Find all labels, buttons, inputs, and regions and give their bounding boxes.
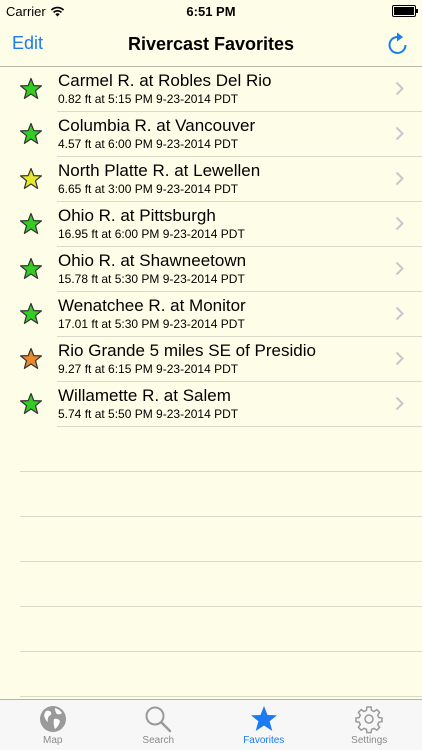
river-gauge-name: Willamette R. at Salem xyxy=(58,386,231,405)
chevron-right-icon xyxy=(395,81,404,96)
tab-bar: Map Search Favorites Settings xyxy=(0,699,422,750)
chevron-right-icon xyxy=(395,216,404,231)
carrier-signal: Carrier xyxy=(0,4,65,19)
star-rating-icon xyxy=(20,257,42,279)
favorite-row[interactable]: Ohio R. at Pittsburgh 16.95 ft at 6:00 PM… xyxy=(20,202,422,247)
river-gauge-name: North Platte R. at Lewellen xyxy=(58,161,261,180)
river-gauge-detail: 4.57 ft at 6:00 PM 9-23-2014 PDT xyxy=(58,137,239,151)
empty-row-separator xyxy=(20,517,422,562)
favorite-row[interactable]: Rio Grande 5 miles SE of Presidio 9.27 ft… xyxy=(20,337,422,382)
river-gauge-name: Ohio R. at Shawneetown xyxy=(58,251,247,270)
favorite-row[interactable]: Willamette R. at Salem 5.74 ft at 5:50 PM… xyxy=(20,382,422,427)
star-rating-icon xyxy=(20,302,42,324)
star-rating-icon xyxy=(20,167,42,189)
star-rating-icon xyxy=(20,122,42,144)
river-gauge-detail: 0.82 ft at 5:15 PM 9-23-2014 PDT xyxy=(58,92,239,106)
star-rating-icon xyxy=(20,347,42,369)
chevron-right-icon xyxy=(395,171,404,186)
chevron-right-icon xyxy=(395,126,404,141)
magnifier-icon xyxy=(145,706,172,733)
river-gauge-name: Wenatchee R. at Monitor xyxy=(58,296,246,315)
favorite-row[interactable]: Columbia R. at Vancouver 4.57 ft at 6:00 … xyxy=(20,112,422,157)
star-rating-icon xyxy=(20,392,42,414)
navigation-bar: Edit Rivercast Favorites xyxy=(0,22,422,67)
chevron-right-icon xyxy=(395,261,404,276)
river-gauge-detail: 15.78 ft at 5:30 PM 9-23-2014 PDT xyxy=(58,272,245,286)
empty-row-separator xyxy=(20,562,422,607)
favorites-list: Carmel R. at Robles Del Rio 0.82 ft at 5:… xyxy=(0,67,422,697)
empty-row-separator xyxy=(20,652,422,697)
page-title: Rivercast Favorites xyxy=(127,34,295,54)
river-gauge-detail: 17.01 ft at 5:30 PM 9-23-2014 PDT xyxy=(58,317,245,331)
tab-search-label: Search xyxy=(142,735,175,746)
river-gauge-name: Carmel R. at Robles Del Rio xyxy=(58,71,272,90)
refresh-icon[interactable] xyxy=(386,31,410,57)
tab-map[interactable]: Map xyxy=(0,700,106,750)
favorite-row[interactable]: North Platte R. at Lewellen 6.65 ft at 3:… xyxy=(20,157,422,202)
river-gauge-detail: 6.65 ft at 3:00 PM 9-23-2014 PDT xyxy=(58,182,239,196)
gear-icon xyxy=(355,706,383,734)
battery-indicator xyxy=(390,5,422,17)
tab-search[interactable]: Search xyxy=(106,700,212,750)
empty-row-separator xyxy=(20,607,422,652)
tab-settings[interactable]: Settings xyxy=(317,700,422,750)
river-gauge-detail: 5.74 ft at 5:50 PM 9-23-2014 PDT xyxy=(58,407,239,421)
star-icon xyxy=(250,706,277,731)
globe-icon xyxy=(39,706,66,732)
river-gauge-detail: 16.95 ft at 6:00 PM 9-23-2014 PDT xyxy=(58,227,245,241)
river-gauge-name: Ohio R. at Pittsburgh xyxy=(58,206,216,225)
tab-favorites[interactable]: Favorites xyxy=(211,700,317,750)
carrier-label: Carrier xyxy=(6,3,46,19)
favorite-row[interactable]: Ohio R. at Shawneetown 15.78 ft at 5:30 P… xyxy=(20,247,422,292)
chevron-right-icon xyxy=(395,306,404,321)
river-gauge-name: Rio Grande 5 miles SE of Presidio xyxy=(58,341,316,360)
chevron-right-icon xyxy=(395,351,404,366)
star-rating-icon xyxy=(20,77,42,99)
favorite-row[interactable]: Carmel R. at Robles Del Rio 0.82 ft at 5:… xyxy=(20,67,422,112)
star-rating-icon xyxy=(20,212,42,234)
chevron-right-icon xyxy=(395,396,404,411)
empty-row-separator xyxy=(20,472,422,517)
favorite-row[interactable]: Wenatchee R. at Monitor 17.01 ft at 5:30 … xyxy=(20,292,422,337)
river-gauge-detail: 9.27 ft at 6:15 PM 9-23-2014 PDT xyxy=(58,362,239,376)
status-bar: Carrier 6:51 PM xyxy=(0,0,422,22)
river-gauge-name: Columbia R. at Vancouver xyxy=(58,116,256,135)
tab-favorites-label: Favorites xyxy=(243,735,285,746)
tab-settings-label: Settings xyxy=(351,735,388,746)
wifi-icon xyxy=(50,6,64,16)
empty-row-separator xyxy=(20,427,422,472)
battery-icon xyxy=(392,5,418,17)
tab-map-label: Map xyxy=(43,735,63,746)
